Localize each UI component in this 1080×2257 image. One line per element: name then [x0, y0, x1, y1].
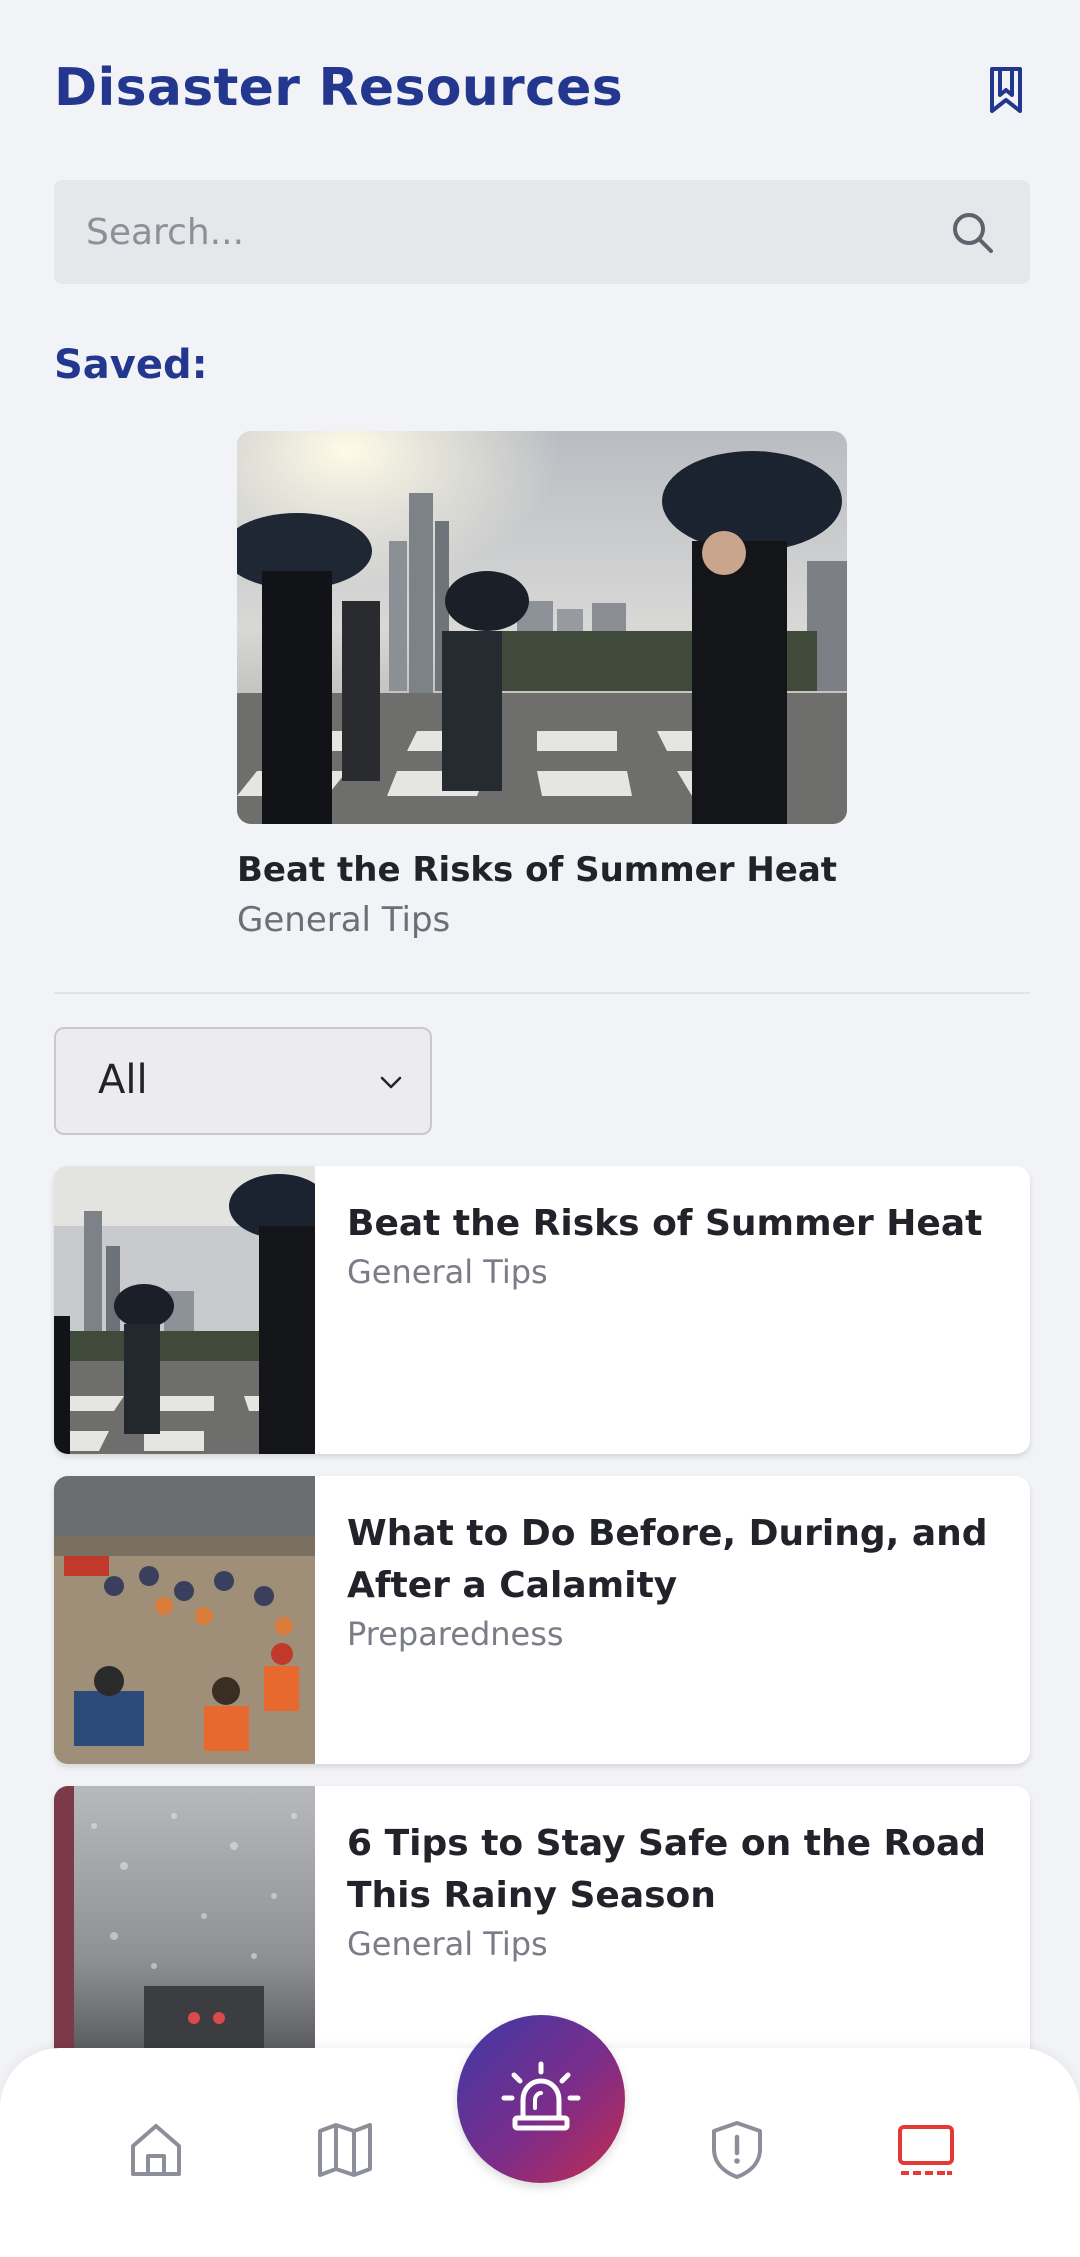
nav-safety[interactable] [699, 2112, 775, 2188]
filter-selected-value: All [98, 1057, 148, 1103]
saved-article-category: General Tips [237, 900, 451, 940]
article-category: Preparedness [347, 1615, 564, 1653]
home-icon [131, 2124, 181, 2176]
emergency-button[interactable] [457, 2015, 625, 2183]
saved-section-label: Saved: [54, 342, 208, 388]
article-title: What to Do Before, During, and After a C… [347, 1513, 988, 1606]
resources-icon [898, 2125, 954, 2175]
section-divider [54, 992, 1030, 994]
article-image [54, 1166, 315, 1454]
disaster-resources-screen: Disaster Resources Saved: [0, 0, 1080, 2257]
nav-home[interactable] [118, 2112, 194, 2188]
article-text: Beat the Risks of Summer Heat General Ti… [347, 1198, 990, 1292]
bookmark-icon [990, 67, 1022, 113]
rainy-windshield-photo [54, 1786, 315, 2074]
search-bar [54, 180, 1030, 284]
page-title: Disaster Resources [54, 58, 623, 118]
article-card[interactable]: Beat the Risks of Summer Heat General Ti… [54, 1166, 1030, 1454]
map-icon [318, 2123, 372, 2177]
article-category: General Tips [347, 1253, 548, 1291]
article-title: 6 Tips to Stay Safe on the Road This Rai… [347, 1823, 987, 1916]
article-title: Beat the Risks of Summer Heat [347, 1203, 983, 1244]
nav-map[interactable] [307, 2112, 383, 2188]
article-image [54, 1786, 315, 2074]
people-with-umbrellas-photo [237, 431, 847, 824]
bookmarks-button[interactable] [982, 62, 1030, 118]
saved-article-image [237, 431, 847, 824]
article-text: What to Do Before, During, and After a C… [347, 1508, 990, 1654]
article-category: General Tips [347, 1925, 548, 1963]
shield-alert-icon [712, 2121, 762, 2179]
search-icon[interactable] [950, 210, 996, 256]
article-text: 6 Tips to Stay Safe on the Road This Rai… [347, 1818, 990, 1964]
saved-article-title: Beat the Risks of Summer Heat [237, 850, 838, 890]
category-filter-select[interactable]: All [54, 1027, 432, 1135]
flood-rescue-photo [54, 1476, 315, 1764]
saved-article-card[interactable]: Beat the Risks of Summer Heat General Ti… [237, 431, 847, 940]
nav-resources[interactable] [888, 2112, 964, 2188]
chevron-down-icon [380, 1076, 402, 1089]
header: Disaster Resources [54, 48, 1030, 130]
article-image [54, 1476, 315, 1764]
emergency-siren-icon [501, 2061, 581, 2131]
article-card[interactable]: What to Do Before, During, and After a C… [54, 1476, 1030, 1764]
people-with-umbrellas-photo [54, 1166, 315, 1454]
search-input[interactable] [54, 180, 934, 284]
